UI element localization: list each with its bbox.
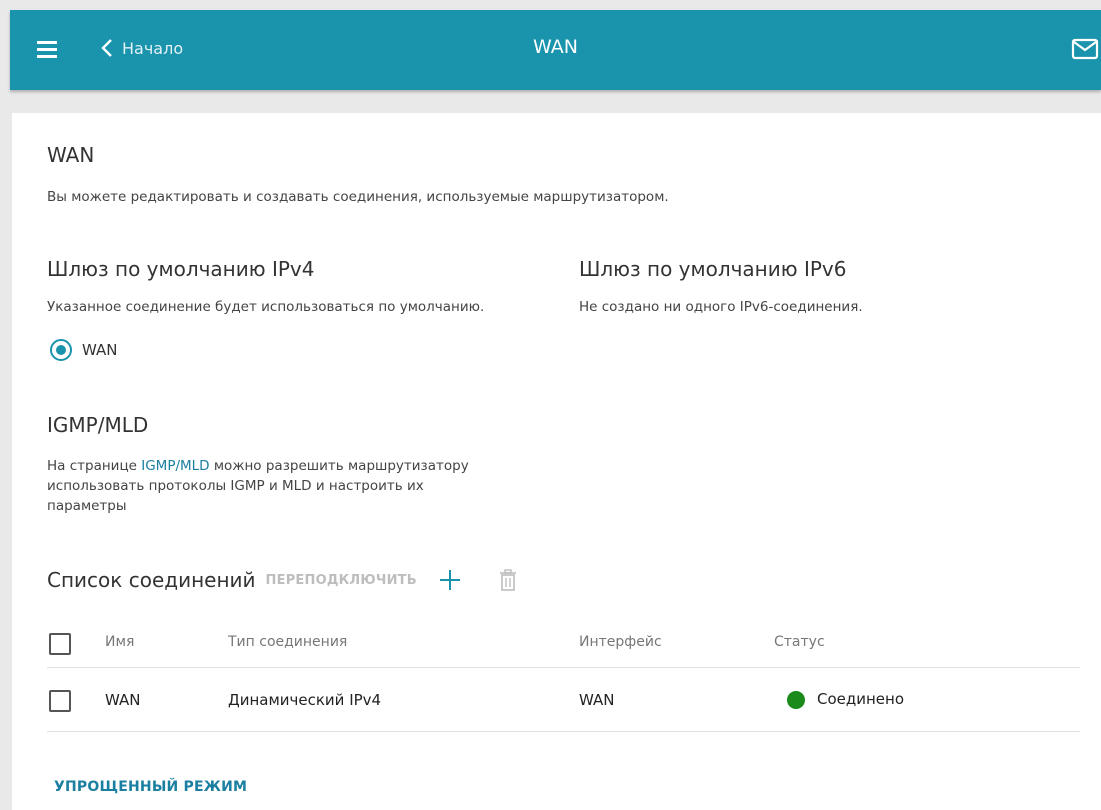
igmp-description: На странице IGMP/MLD можно разрешить мар… <box>47 456 547 516</box>
row-name: WAN <box>105 691 141 709</box>
igmp-page-link[interactable]: IGMP/MLD <box>141 458 209 474</box>
table-header-row: Имя Тип соединения Интерфейс Статус <box>47 618 1080 668</box>
column-header-interface: Интерфейс <box>579 634 662 650</box>
ipv6-gateway-description: Не создано ни одного IPv6-соединения. <box>579 299 863 315</box>
mail-icon[interactable] <box>1071 37 1101 61</box>
igmp-text-before: На странице <box>47 458 142 474</box>
connections-table: Имя Тип соединения Интерфейс Статус WAN … <box>47 618 1080 732</box>
plus-icon[interactable] <box>439 569 461 591</box>
ipv4-gateway-option-wan[interactable]: WAN <box>50 339 118 361</box>
page-title: WAN <box>533 36 578 58</box>
row-status-label: Соединено <box>817 690 905 708</box>
row-checkbox[interactable] <box>49 690 71 712</box>
radio-label: WAN <box>82 341 118 359</box>
select-all-checkbox[interactable] <box>49 633 71 655</box>
trash-icon[interactable] <box>499 569 517 591</box>
column-header-name: Имя <box>105 634 135 650</box>
column-header-type: Тип соединения <box>228 634 348 650</box>
content-card: WAN Вы можете редактировать и создавать … <box>12 113 1101 810</box>
ipv4-gateway-description: Указанное соединение будет использоватьс… <box>47 299 485 315</box>
radio-selected-dot <box>56 345 66 355</box>
row-interface: WAN <box>579 691 615 709</box>
status-connected-dot <box>787 690 805 709</box>
simple-mode-link[interactable]: УПРОЩЕННЫЙ РЕЖИМ <box>54 779 247 795</box>
top-bar: Начало WAN <box>10 10 1101 90</box>
igmp-text-line3: параметры <box>47 498 127 514</box>
row-status: Соединено <box>787 689 904 709</box>
igmp-text-after: можно разрешить маршрутизатору <box>209 458 469 474</box>
column-header-status: Статус <box>774 634 825 650</box>
igmp-heading: IGMP/MLD <box>47 413 149 437</box>
reconnect-button[interactable]: ПЕРЕПОДКЛЮЧИТЬ <box>266 573 417 588</box>
connections-title: Список соединений <box>47 568 256 592</box>
igmp-text-line2: использовать протоколы IGMP и MLD и наст… <box>47 478 424 494</box>
wan-description: Вы можете редактировать и создавать соед… <box>47 189 669 205</box>
table-row[interactable]: WAN Динамический IPv4 WAN Соединено <box>47 668 1080 732</box>
ipv4-gateway-heading: Шлюз по умолчанию IPv4 <box>47 257 315 281</box>
connections-header: Список соединений ПЕРЕПОДКЛЮЧИТЬ <box>47 568 517 592</box>
row-type: Динамический IPv4 <box>228 691 382 709</box>
wan-heading: WAN <box>47 143 95 167</box>
radio-button[interactable] <box>50 339 72 361</box>
ipv6-gateway-heading: Шлюз по умолчанию IPv6 <box>579 257 847 281</box>
